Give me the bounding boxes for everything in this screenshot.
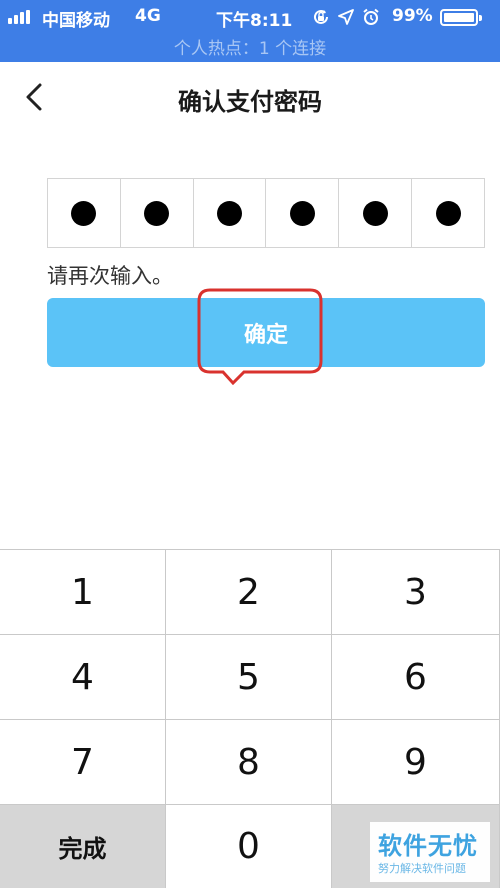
confirm-button[interactable]: 确定 bbox=[47, 298, 485, 367]
network-type: 4G bbox=[135, 6, 161, 26]
key-3[interactable]: 3 bbox=[332, 550, 500, 635]
key-2[interactable]: 2 bbox=[166, 550, 332, 635]
pin-dot bbox=[435, 200, 461, 226]
pin-input[interactable] bbox=[47, 178, 485, 248]
alarm-icon bbox=[363, 8, 379, 25]
pin-dot bbox=[71, 200, 97, 226]
pin-cell bbox=[339, 179, 413, 247]
pin-dot bbox=[289, 200, 315, 226]
status-time: 下午8:11 bbox=[216, 11, 293, 31]
watermark-title: 软件无忧 bbox=[378, 832, 478, 860]
key-9[interactable]: 9 bbox=[332, 720, 500, 805]
status-bar: 中国移动 4G 下午8:11 99% 个人热点：1 个连接 bbox=[0, 0, 500, 62]
key-4[interactable]: 4 bbox=[0, 635, 166, 720]
key-0[interactable]: 0 bbox=[166, 805, 332, 888]
pin-cell bbox=[194, 179, 267, 247]
location-icon bbox=[338, 9, 354, 25]
nav-bar: 确认支付密码 bbox=[0, 62, 500, 132]
signal-icon bbox=[8, 10, 30, 24]
done-key[interactable]: 完成 bbox=[0, 805, 166, 888]
pin-cell bbox=[266, 179, 340, 247]
orientation-lock-icon bbox=[314, 9, 328, 24]
pin-cell bbox=[48, 179, 121, 247]
carrier-label: 中国移动 bbox=[42, 11, 110, 31]
watermark: 软件无忧 努力解决软件问题 bbox=[370, 822, 490, 882]
watermark-subtitle: 努力解决软件问题 bbox=[378, 862, 466, 875]
pin-dot bbox=[217, 200, 243, 226]
key-1[interactable]: 1 bbox=[0, 550, 166, 635]
key-7[interactable]: 7 bbox=[0, 720, 166, 805]
battery-icon bbox=[440, 9, 482, 26]
battery-percentage: 99% bbox=[392, 6, 433, 26]
page-title: 确认支付密码 bbox=[178, 88, 322, 116]
key-6[interactable]: 6 bbox=[332, 635, 500, 720]
pin-dot bbox=[144, 200, 170, 226]
key-5[interactable]: 5 bbox=[166, 635, 332, 720]
pin-cell bbox=[412, 179, 484, 247]
key-8[interactable]: 8 bbox=[166, 720, 332, 805]
pin-cell bbox=[121, 179, 194, 247]
pin-dot bbox=[362, 200, 388, 226]
input-hint: 请再次输入。 bbox=[47, 264, 173, 288]
hotspot-banner[interactable]: 个人热点：1 个连接 bbox=[0, 34, 500, 59]
